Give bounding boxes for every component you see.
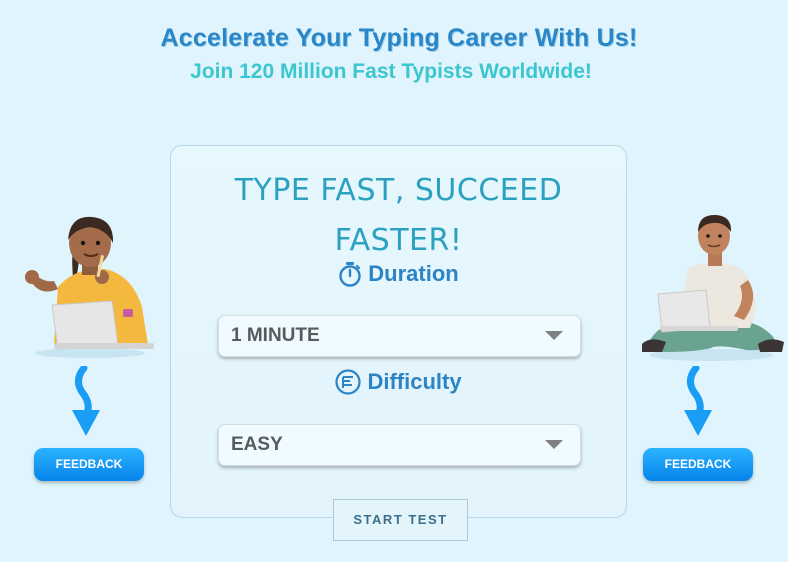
down-arrow-icon	[684, 366, 712, 436]
duration-label: Duration	[171, 261, 626, 287]
difficulty-label-text: Difficulty	[367, 369, 462, 394]
page-title: Accelerate Your Typing Career With Us!	[160, 24, 638, 52]
chevron-down-icon	[545, 331, 563, 340]
man-with-laptop-illustration	[642, 214, 784, 361]
difficulty-label: Difficulty	[171, 369, 626, 395]
feedback-button-left[interactable]: FEEDBACK	[34, 448, 144, 481]
page-subtitle: Join 120 Million Fast Typists Worldwide!	[190, 60, 592, 83]
woman-with-laptop-illustration	[25, 216, 154, 358]
down-arrow-icon	[72, 366, 100, 436]
difficulty-select[interactable]: EASY	[218, 424, 581, 466]
feedback-button-right[interactable]: FEEDBACK	[643, 448, 753, 481]
stopwatch-icon	[339, 262, 361, 287]
chevron-down-icon	[545, 440, 563, 449]
card-title-line2: FASTER!	[334, 223, 463, 258]
start-test-button[interactable]: START TEST	[333, 499, 468, 541]
card-title-line1: TYPE FAST, SUCCEED	[234, 173, 563, 208]
list-circle-icon	[335, 369, 362, 395]
duration-select[interactable]: 1 MINUTE	[218, 315, 581, 357]
duration-label-text: Duration	[368, 261, 459, 286]
difficulty-selected-value: EASY	[231, 434, 283, 455]
typing-test-card: TYPE FAST, SUCCEED FASTER! Duration 1 MI…	[170, 145, 627, 518]
duration-selected-value: 1 MINUTE	[231, 325, 320, 346]
